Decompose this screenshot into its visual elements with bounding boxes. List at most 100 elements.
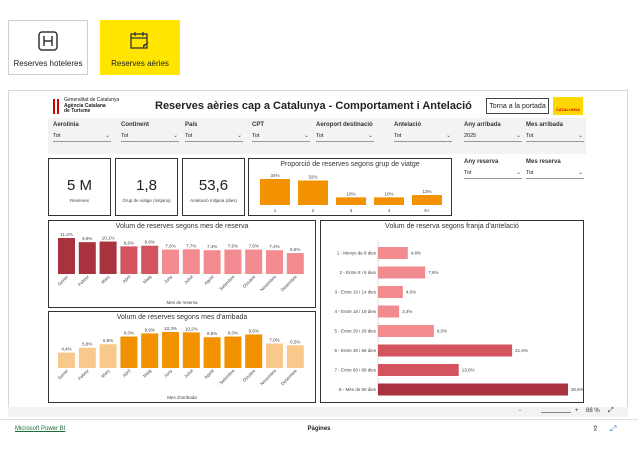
report-title: Reserves aèries cap a Catalunya - Compor… bbox=[155, 100, 472, 112]
filter-8[interactable]: Any reserva Tot ⌄ bbox=[464, 159, 522, 179]
x-tick-label: Maig bbox=[142, 274, 153, 285]
bar-3 bbox=[378, 286, 403, 298]
bar-Setembre bbox=[224, 336, 242, 368]
bar-Juny bbox=[162, 249, 179, 274]
x-tick-label: Setembre bbox=[218, 274, 236, 292]
filter-dropdown[interactable]: Tot ⌄ bbox=[526, 170, 584, 179]
kpi-value: 53,6 bbox=[198, 177, 229, 194]
filter-dropdown[interactable]: Tot ⌄ bbox=[526, 133, 584, 142]
bar-Novembre bbox=[266, 343, 283, 368]
x-tick-label: Desembre bbox=[280, 274, 299, 293]
filter-dropdown[interactable]: Tot ⌄ bbox=[185, 133, 243, 142]
filter-4[interactable]: Aeroport destinació Tot ⌄ bbox=[316, 122, 374, 142]
bar-2 bbox=[378, 266, 426, 279]
data-label: 4,8% bbox=[411, 251, 421, 256]
data-label: 8,8% bbox=[207, 331, 217, 336]
bar-Juliol bbox=[182, 332, 200, 368]
bar-Juliol bbox=[182, 249, 200, 274]
data-label: 3,4% bbox=[402, 309, 412, 314]
advance-window-chart: Volum de reserva segons franja d'antelac… bbox=[320, 220, 584, 403]
data-label: 9,9% bbox=[145, 327, 155, 332]
data-label: 7,6% bbox=[165, 244, 175, 249]
filter-dropdown[interactable]: Tot ⌄ bbox=[464, 170, 522, 179]
hotel-icon bbox=[38, 31, 58, 51]
bar-4 bbox=[378, 305, 400, 318]
data-label: 21,6% bbox=[515, 348, 528, 353]
x-tick-label: Gener bbox=[57, 274, 70, 287]
share-icon[interactable]: ⇪ bbox=[592, 424, 599, 433]
filter-label: País bbox=[185, 122, 198, 128]
zoom-slider[interactable] bbox=[541, 412, 571, 413]
bar-Setembre bbox=[224, 249, 242, 274]
filter-dropdown[interactable]: Tot ⌄ bbox=[53, 133, 111, 142]
x-tick-label: Juny bbox=[163, 274, 174, 285]
air-bookings-button[interactable]: Reserves aèries bbox=[100, 20, 180, 75]
data-label: 7,4% bbox=[269, 244, 279, 249]
x-tick-label: Juny bbox=[163, 368, 174, 379]
chevron-down-icon: ⌄ bbox=[577, 133, 583, 139]
filter-7[interactable]: Mes arribada Tot ⌄ bbox=[526, 122, 584, 142]
filter-2[interactable]: País Tot ⌄ bbox=[185, 122, 243, 142]
y-tick-label: 2 - Entre 8 i 9 dies bbox=[339, 270, 376, 275]
filter-value: Tot bbox=[316, 133, 324, 139]
filter-6[interactable]: Any arribada 2025 ⌄ bbox=[464, 122, 522, 142]
data-label: 32% bbox=[308, 175, 317, 180]
bar-Abril bbox=[120, 246, 138, 274]
filter-dropdown[interactable]: Tot ⌄ bbox=[316, 133, 374, 142]
hotel-bookings-button[interactable]: Reserves hoteleres bbox=[8, 20, 88, 75]
x-tick-label: Maig bbox=[142, 368, 153, 379]
filter-5[interactable]: Antelació Tot ⌄ bbox=[394, 122, 452, 142]
fit-page-icon[interactable]: ⤢ bbox=[608, 407, 614, 415]
chevron-down-icon: ⌄ bbox=[303, 133, 309, 139]
bar-Gener bbox=[58, 238, 75, 274]
data-label: 11,2% bbox=[60, 232, 72, 237]
data-label: 4,4% bbox=[61, 347, 71, 352]
data-label: 34% bbox=[270, 173, 279, 178]
x-axis-title: Mes de reserva bbox=[166, 300, 198, 305]
chevron-down-icon: ⌄ bbox=[577, 170, 583, 176]
zoom-out-button[interactable]: - bbox=[519, 408, 521, 414]
chevron-down-icon: ⌄ bbox=[104, 133, 110, 139]
kpi-group-size: 1,8 Grup de viatge (mitjana) bbox=[115, 158, 178, 216]
data-label: 9,0% bbox=[124, 331, 134, 336]
filter-dropdown[interactable]: 2025 ⌄ bbox=[464, 133, 522, 142]
x-axis-title: Mes d'arribada bbox=[167, 395, 197, 400]
filter-9[interactable]: Mes reserva Tot ⌄ bbox=[526, 159, 584, 179]
filter-1[interactable]: Continent Tot ⌄ bbox=[121, 122, 179, 142]
x-tick-label: Març bbox=[100, 274, 111, 285]
filter-dropdown[interactable]: Tot ⌄ bbox=[252, 133, 310, 142]
zoom-in-button[interactable]: + bbox=[575, 408, 579, 414]
bar-5+ bbox=[412, 195, 442, 205]
filter-dropdown[interactable]: Tot ⌄ bbox=[121, 133, 179, 142]
data-label: 7,6% bbox=[249, 244, 259, 249]
bar-Desembre bbox=[286, 345, 304, 368]
filter-value: 2025 bbox=[464, 133, 477, 139]
filter-3[interactable]: CPT Tot ⌄ bbox=[252, 122, 310, 142]
bar-Novembre bbox=[266, 250, 283, 274]
footer: Microsoft Power BI Pàgines ⇪ ⤢ bbox=[0, 419, 638, 442]
kpi-bookings: 5 M Reserves bbox=[48, 158, 111, 216]
fullscreen-icon[interactable]: ⤢ bbox=[610, 424, 616, 434]
bar-Agost bbox=[203, 250, 221, 274]
filter-label: Mes arribada bbox=[526, 122, 564, 128]
data-label: 5,8% bbox=[82, 342, 92, 347]
pages-navigator[interactable]: Pàgines bbox=[0, 426, 638, 432]
data-label: 9,0% bbox=[228, 331, 238, 336]
filter-dropdown[interactable]: Tot ⌄ bbox=[394, 133, 452, 142]
chevron-down-icon: ⌄ bbox=[515, 133, 521, 139]
data-label: 13% bbox=[422, 189, 431, 194]
bar-Abril bbox=[120, 336, 138, 368]
bar-Gener bbox=[58, 352, 75, 368]
data-label: 7,0% bbox=[269, 338, 279, 343]
y-tick-label: 5 - Entre 20 i 29 dies bbox=[334, 329, 376, 334]
filter-label: Aerolínia bbox=[53, 122, 79, 128]
home-button[interactable]: Torna a la portada bbox=[486, 98, 549, 114]
data-label: 7,6% bbox=[428, 270, 438, 275]
y-tick-label: 1 - Menys de 8 dies bbox=[337, 251, 377, 256]
bar-8 bbox=[378, 383, 568, 396]
y-tick-label: 4 - Entre 16 i 19 dies bbox=[334, 309, 376, 314]
y-tick-label: 8 - Més de 90 dies bbox=[339, 387, 377, 392]
filter-0[interactable]: Aerolínia Tot ⌄ bbox=[53, 122, 111, 142]
filter-label: Mes reserva bbox=[526, 159, 561, 165]
bar-Juny bbox=[162, 332, 179, 368]
